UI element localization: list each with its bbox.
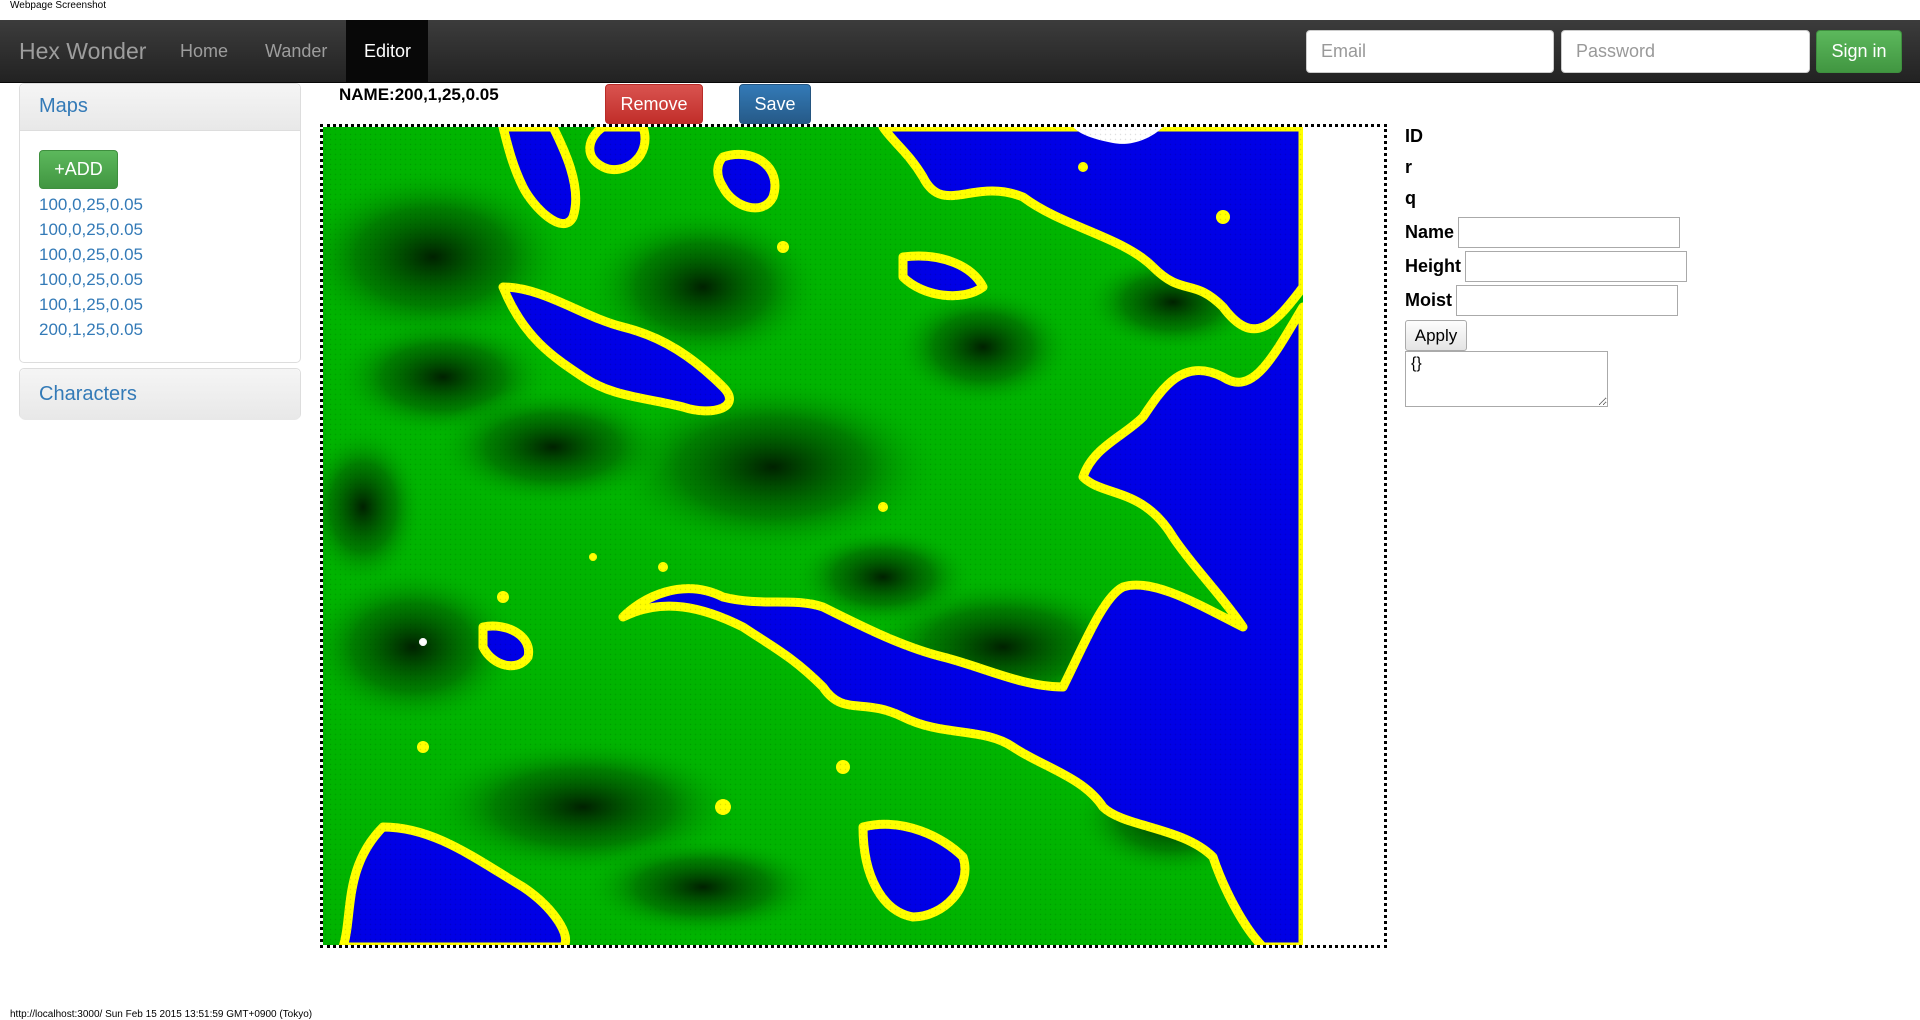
map-link[interactable]: 100,0,25,0.05 [39,242,281,267]
moist-field-label: Moist [1405,290,1452,310]
q-label: q [1405,188,1416,208]
hex-map-image [323,127,1303,945]
apply-button[interactable]: Apply [1405,320,1467,351]
map-link[interactable]: 100,0,25,0.05 [39,192,281,217]
map-link[interactable]: 100,1,25,0.05 [39,292,281,317]
nav-editor[interactable]: Editor [346,20,428,83]
brand-logo[interactable]: Hex Wonder [19,20,146,83]
characters-panel: Characters [19,368,301,420]
password-input[interactable] [1561,30,1810,73]
name-field-label: Name [1405,222,1455,242]
hex-map-canvas[interactable] [320,124,1387,948]
remove-button[interactable]: Remove [605,84,703,124]
screenshot-caption: Webpage Screenshot [10,0,106,11]
map-name-label: NAME:200,1,25,0.05 [339,85,499,104]
maps-panel-heading[interactable]: Maps [20,84,300,131]
map-hex-texture [323,127,1303,945]
id-label: ID [1405,126,1423,146]
moist-field[interactable] [1456,285,1678,316]
map-link[interactable]: 100,0,25,0.05 [39,217,281,242]
r-label: r [1405,157,1413,177]
footer-url: http://localhost:3000/ Sun Feb 15 2015 1… [10,1009,313,1020]
save-button[interactable]: Save [739,84,811,124]
navbar: Hex Wonder Home Wander Editor Sign in [0,20,1920,83]
maps-list: +ADD 100,0,25,0.05 100,0,25,0.05 100,0,2… [20,131,300,352]
height-field-label: Height [1405,256,1461,276]
name-field[interactable] [1458,217,1680,248]
characters-panel-heading[interactable]: Characters [20,369,300,420]
maps-panel: Maps +ADD 100,0,25,0.05 100,0,25,0.05 10… [19,83,301,363]
hex-json-textarea[interactable]: {} [1405,351,1608,407]
sign-in-button[interactable]: Sign in [1816,30,1902,73]
height-field[interactable] [1465,251,1687,282]
map-link[interactable]: 200,1,25,0.05 [39,317,281,342]
add-map-button[interactable]: +ADD [39,150,118,189]
nav-home[interactable]: Home [162,20,246,83]
map-link[interactable]: 100,0,25,0.05 [39,267,281,292]
email-input[interactable] [1306,30,1554,73]
nav-wander[interactable]: Wander [247,20,345,83]
